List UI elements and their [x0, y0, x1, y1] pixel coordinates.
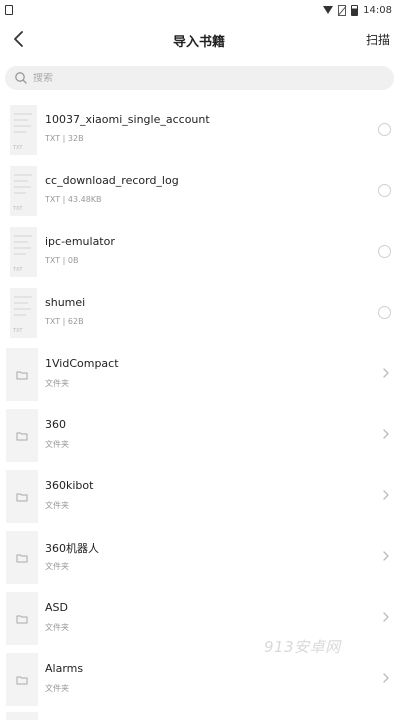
status-bar: 14:08 — [0, 0, 398, 20]
folder-name: 360 — [45, 418, 66, 431]
file-thumb-tag: TXT — [13, 145, 23, 151]
select-radio[interactable] — [378, 306, 391, 319]
folder-icon — [6, 712, 38, 720]
file-item[interactable]: TXT 10037_xiaomi_single_account TXT | 32… — [0, 100, 398, 161]
file-meta: TXT | 62B — [45, 317, 84, 326]
folder-item[interactable]: ASD 文件夹 — [0, 588, 398, 649]
search-bar[interactable] — [5, 66, 394, 90]
file-thumb-tag: TXT — [13, 328, 23, 334]
file-type: TXT — [45, 195, 61, 204]
file-meta: TXT | 32B — [45, 134, 84, 143]
file-size: 32B — [67, 134, 84, 143]
folder-name: 360机器人 — [45, 542, 99, 555]
file-name: 10037_xiaomi_single_account — [45, 113, 210, 126]
select-radio[interactable] — [378, 245, 391, 258]
chevron-right-icon[interactable] — [382, 368, 390, 378]
meta-separator: | — [60, 256, 68, 265]
folder-label: 文件夹 — [45, 562, 69, 571]
folder-icon — [6, 592, 38, 645]
file-item[interactable]: TXT ipc-emulator TXT | 0B — [0, 222, 398, 283]
chevron-right-icon[interactable] — [382, 612, 390, 622]
file-thumb-tag: TXT — [13, 206, 23, 212]
meta-separator: | — [60, 134, 68, 143]
folder-label: 文件夹 — [45, 623, 69, 632]
top-nav-bar: 导入书籍 扫描 — [0, 20, 398, 60]
folder-label: 文件夹 — [45, 379, 69, 388]
file-size: 62B — [67, 317, 84, 326]
search-input[interactable] — [33, 72, 373, 84]
folder-name: Alarms — [45, 662, 84, 675]
file-meta: TXT | 0B — [45, 256, 78, 265]
folder-icon — [6, 653, 38, 706]
status-time: 14:08 — [363, 4, 392, 16]
folder-icon — [6, 531, 38, 584]
meta-separator: | — [60, 195, 68, 204]
file-size: 0B — [67, 256, 79, 265]
file-type: TXT — [45, 256, 61, 265]
file-type: TXT — [45, 317, 61, 326]
file-list: TXT 10037_xiaomi_single_account TXT | 32… — [0, 100, 398, 720]
select-radio[interactable] — [378, 184, 391, 197]
txt-file-icon: TXT — [10, 166, 37, 216]
folder-item[interactable]: Alarms 文件夹 — [0, 649, 398, 710]
file-name: ipc-emulator — [45, 235, 115, 248]
back-arrow-icon[interactable] — [10, 29, 30, 49]
file-thumb-tag: TXT — [13, 267, 23, 273]
file-type: TXT — [45, 134, 61, 143]
folder-icon — [6, 470, 38, 523]
folder-item[interactable]: 360机器人 文件夹 — [0, 527, 398, 588]
txt-file-icon: TXT — [10, 105, 37, 155]
folder-name: 360kibot — [45, 479, 94, 492]
file-item[interactable]: TXT cc_download_record_log TXT | 43.48KB — [0, 161, 398, 222]
folder-label: 文件夹 — [45, 501, 69, 510]
meta-separator: | — [60, 317, 68, 326]
battery-icon — [351, 4, 359, 16]
search-icon — [13, 70, 29, 86]
file-meta: TXT | 43.48KB — [45, 195, 102, 204]
folder-item[interactable]: 360kibot 文件夹 — [0, 466, 398, 527]
no-sim-icon — [338, 4, 347, 16]
file-size: 43.48KB — [67, 195, 102, 204]
page-title: 导入书籍 — [172, 35, 225, 50]
chevron-right-icon[interactable] — [382, 429, 390, 439]
select-radio[interactable] — [378, 123, 391, 136]
chevron-right-icon[interactable] — [382, 673, 390, 683]
folder-item-partial[interactable] — [0, 710, 398, 720]
folder-item[interactable]: 360 文件夹 — [0, 405, 398, 466]
wifi-icon — [323, 6, 334, 14]
folder-item[interactable]: 1VidCompact 文件夹 — [0, 344, 398, 405]
folder-icon — [6, 409, 38, 462]
scan-button[interactable]: 扫描 — [366, 31, 390, 48]
chevron-right-icon[interactable] — [382, 551, 390, 561]
sim-card-icon — [5, 5, 13, 15]
chevron-right-icon[interactable] — [382, 490, 390, 500]
txt-file-icon: TXT — [10, 288, 37, 338]
txt-file-icon: TXT — [10, 227, 37, 277]
folder-icon — [6, 348, 38, 401]
file-name: shumei — [45, 296, 86, 309]
folder-label: 文件夹 — [45, 684, 69, 693]
folder-name: ASD — [45, 601, 68, 614]
folder-name: 1VidCompact — [45, 357, 119, 370]
file-item[interactable]: TXT shumei TXT | 62B — [0, 283, 398, 344]
file-name: cc_download_record_log — [45, 174, 179, 187]
folder-label: 文件夹 — [45, 440, 69, 449]
